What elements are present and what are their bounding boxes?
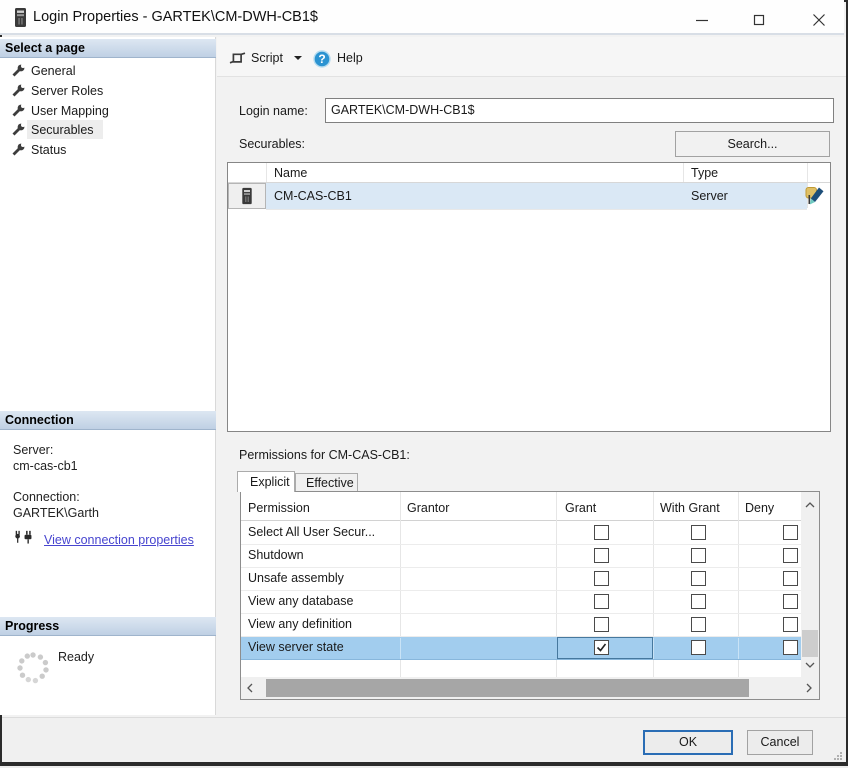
svg-text:?: ? xyxy=(318,52,325,66)
